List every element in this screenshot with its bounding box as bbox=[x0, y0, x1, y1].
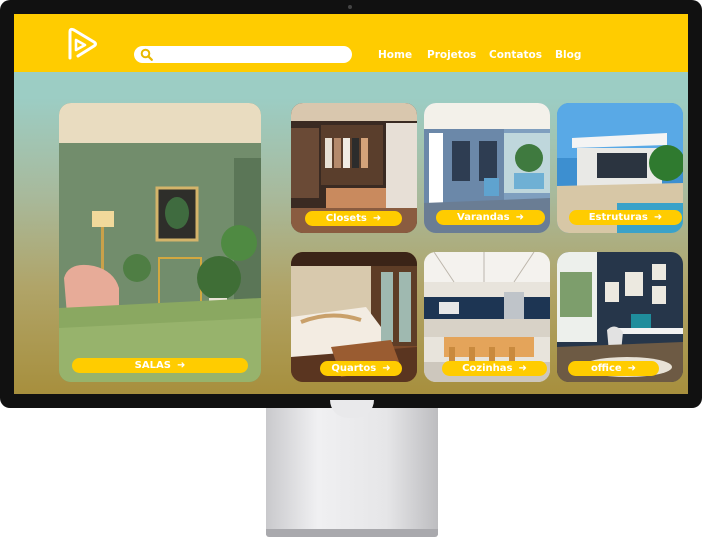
closets-button[interactable]: Closets ➜ bbox=[305, 211, 402, 226]
nav-projetos[interactable]: Projetos bbox=[427, 49, 476, 61]
estruturas-label: Estruturas bbox=[588, 212, 648, 223]
card-varandas[interactable]: Varandas ➜ bbox=[424, 103, 550, 233]
arrow-right-icon: ➜ bbox=[176, 359, 186, 371]
search-icon[interactable] bbox=[140, 48, 153, 61]
arrow-right-icon: ➜ bbox=[653, 211, 663, 223]
monitor-frame: Home Projetos Contatos Blog SALAS ➜ Clos… bbox=[0, 0, 702, 408]
salas-button[interactable]: SALAS ➜ bbox=[72, 358, 248, 373]
varandas-button[interactable]: Varandas ➜ bbox=[436, 210, 545, 225]
nav-blog[interactable]: Blog bbox=[555, 49, 581, 61]
site-header: Home Projetos Contatos Blog bbox=[14, 14, 688, 72]
nav-home[interactable]: Home bbox=[378, 49, 412, 61]
search-input[interactable] bbox=[134, 46, 352, 63]
card-estruturas[interactable]: Estruturas ➜ bbox=[557, 103, 683, 233]
camera-dot bbox=[348, 5, 352, 9]
varandas-label: Varandas bbox=[457, 212, 510, 223]
closets-label: Closets bbox=[325, 213, 367, 224]
office-label: office bbox=[590, 363, 622, 374]
card-closets[interactable]: Closets ➜ bbox=[291, 103, 417, 233]
salas-label: SALAS bbox=[134, 360, 171, 371]
card-quartos[interactable]: Quartos ➜ bbox=[291, 252, 417, 382]
cozinhas-label: Cozinhas bbox=[462, 363, 513, 374]
card-office[interactable]: office ➜ bbox=[557, 252, 683, 382]
card-cozinhas[interactable]: Cozinhas ➜ bbox=[424, 252, 550, 382]
estruturas-button[interactable]: Estruturas ➜ bbox=[569, 210, 682, 225]
quartos-button[interactable]: Quartos ➜ bbox=[320, 361, 402, 376]
arrow-right-icon: ➜ bbox=[382, 362, 391, 374]
arrow-right-icon: ➜ bbox=[515, 211, 524, 223]
card-salas[interactable]: SALAS ➜ bbox=[59, 103, 261, 382]
website-screen: Home Projetos Contatos Blog SALAS ➜ Clos… bbox=[14, 14, 688, 394]
quartos-label: Quartos bbox=[331, 363, 377, 374]
cozinhas-button[interactable]: Cozinhas ➜ bbox=[442, 361, 547, 376]
living-room-image bbox=[59, 103, 261, 382]
arrow-right-icon: ➜ bbox=[518, 362, 527, 374]
arrow-right-icon: ➜ bbox=[627, 362, 637, 374]
stand-base bbox=[266, 529, 438, 537]
office-button[interactable]: office ➜ bbox=[568, 361, 659, 376]
arrow-right-icon: ➜ bbox=[372, 212, 382, 224]
play-logo-icon[interactable] bbox=[64, 26, 100, 62]
monitor-stand bbox=[266, 408, 438, 535]
nav-contatos[interactable]: Contatos bbox=[489, 49, 542, 61]
